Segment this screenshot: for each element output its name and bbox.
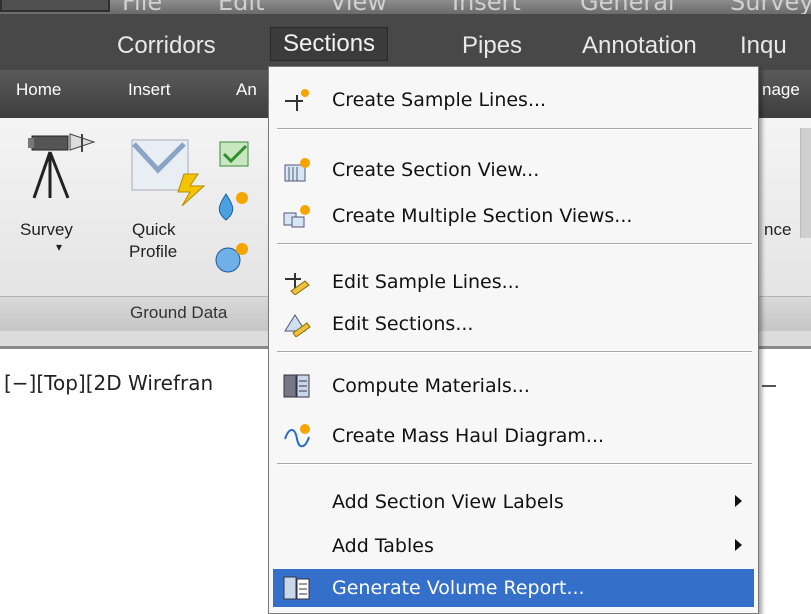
- menu-item-label: Compute Materials...: [332, 375, 530, 397]
- menu-item-label: Create Section View...: [332, 159, 540, 181]
- menu-edit[interactable]: Edit: [218, 0, 264, 14]
- survey-icon[interactable]: [26, 132, 96, 200]
- survey-dropdown-arrow[interactable]: ▾: [56, 240, 62, 254]
- classic-menu-bar: File Edit View Insert General Survey: [0, 0, 811, 14]
- menu-item-generate-volume-report[interactable]: Generate Volume Report...: [273, 569, 754, 607]
- quick-profile-icon[interactable]: [128, 136, 208, 206]
- menu-item-label: Create Mass Haul Diagram...: [332, 425, 605, 447]
- ribbon-panel-edge: [800, 128, 811, 238]
- menu-file[interactable]: File: [122, 0, 162, 14]
- globe-add-icon[interactable]: [214, 242, 250, 274]
- tab-home[interactable]: Home: [16, 80, 61, 100]
- menu-annotation[interactable]: Annotation: [582, 30, 697, 62]
- menu-item-label: Create Multiple Section Views...: [332, 205, 633, 227]
- menu-bar: Corridors Sections Pipes Annotation Inqu: [0, 14, 811, 70]
- menu-insert[interactable]: Insert: [452, 0, 521, 14]
- survey-label[interactable]: Survey: [20, 220, 73, 240]
- tab-manage[interactable]: nage: [762, 80, 800, 100]
- menu-item-create-section-view[interactable]: Create Section View...: [273, 151, 754, 189]
- ground-data-panel-label[interactable]: Ground Data: [130, 303, 227, 323]
- menu-sections[interactable]: Sections: [270, 27, 389, 61]
- menu-separator: [277, 243, 752, 245]
- mass-haul-diagram-icon: [284, 424, 310, 448]
- create-section-view-icon: [284, 158, 310, 182]
- menu-item-create-multiple-section-views[interactable]: Create Multiple Section Views...: [273, 197, 754, 235]
- edit-sections-icon: [284, 314, 311, 337]
- submenu-arrow-icon: [735, 539, 742, 551]
- surface-check-icon[interactable]: [218, 140, 252, 170]
- tab-insert[interactable]: Insert: [128, 80, 171, 100]
- menu-separator: [277, 351, 752, 353]
- viewport-dash: [762, 385, 776, 387]
- viewport-controls-label[interactable]: [−][Top][2D Wirefran: [4, 371, 213, 395]
- menu-item-edit-sections[interactable]: Edit Sections...: [273, 305, 754, 343]
- edit-sample-lines-icon: [285, 273, 310, 295]
- menu-pipes[interactable]: Pipes: [462, 30, 522, 62]
- menu-corridors[interactable]: Corridors: [117, 30, 216, 62]
- menu-item-label: Add Tables: [332, 535, 434, 557]
- volume-report-icon: [283, 576, 310, 600]
- quick-profile-label-1[interactable]: Quick: [132, 220, 175, 240]
- menu-item-label: Generate Volume Report...: [332, 577, 585, 599]
- menu-item-compute-materials[interactable]: Compute Materials...: [273, 367, 754, 405]
- menu-survey[interactable]: Survey: [730, 0, 811, 14]
- tab-annotate[interactable]: An: [236, 80, 257, 100]
- menu-separator: [277, 128, 752, 130]
- menu-inquiry[interactable]: Inqu: [740, 30, 787, 62]
- menu-item-add-section-view-labels[interactable]: Add Section View Labels: [273, 483, 754, 521]
- menu-item-create-sample-lines[interactable]: Create Sample Lines...: [273, 81, 754, 119]
- submenu-arrow-icon: [735, 495, 742, 507]
- water-drop-icon[interactable]: [214, 190, 250, 224]
- menu-view[interactable]: View: [330, 0, 387, 14]
- application-menu-button[interactable]: [0, 0, 110, 12]
- menu-separator: [277, 463, 752, 465]
- menu-item-create-mass-haul-diagram[interactable]: Create Mass Haul Diagram...: [273, 417, 754, 455]
- compute-materials-icon: [283, 374, 310, 398]
- menu-general[interactable]: General: [580, 0, 675, 14]
- create-multiple-section-views-icon: [283, 205, 310, 228]
- quick-profile-label-2[interactable]: Profile: [129, 242, 177, 262]
- menu-item-edit-sample-lines[interactable]: Edit Sample Lines...: [273, 263, 754, 301]
- menu-item-add-tables[interactable]: Add Tables: [273, 527, 754, 565]
- menu-item-label: Edit Sample Lines...: [332, 271, 520, 293]
- menu-item-label: Create Sample Lines...: [332, 89, 547, 111]
- ribbon-cut-off-label[interactable]: nce: [764, 220, 791, 240]
- menu-item-label: Add Section View Labels: [332, 491, 564, 513]
- menu-item-label: Edit Sections...: [332, 313, 474, 335]
- create-sample-lines-icon: [285, 89, 309, 111]
- sections-dropdown-menu: Create Sample Lines... Create Section Vi…: [268, 66, 759, 614]
